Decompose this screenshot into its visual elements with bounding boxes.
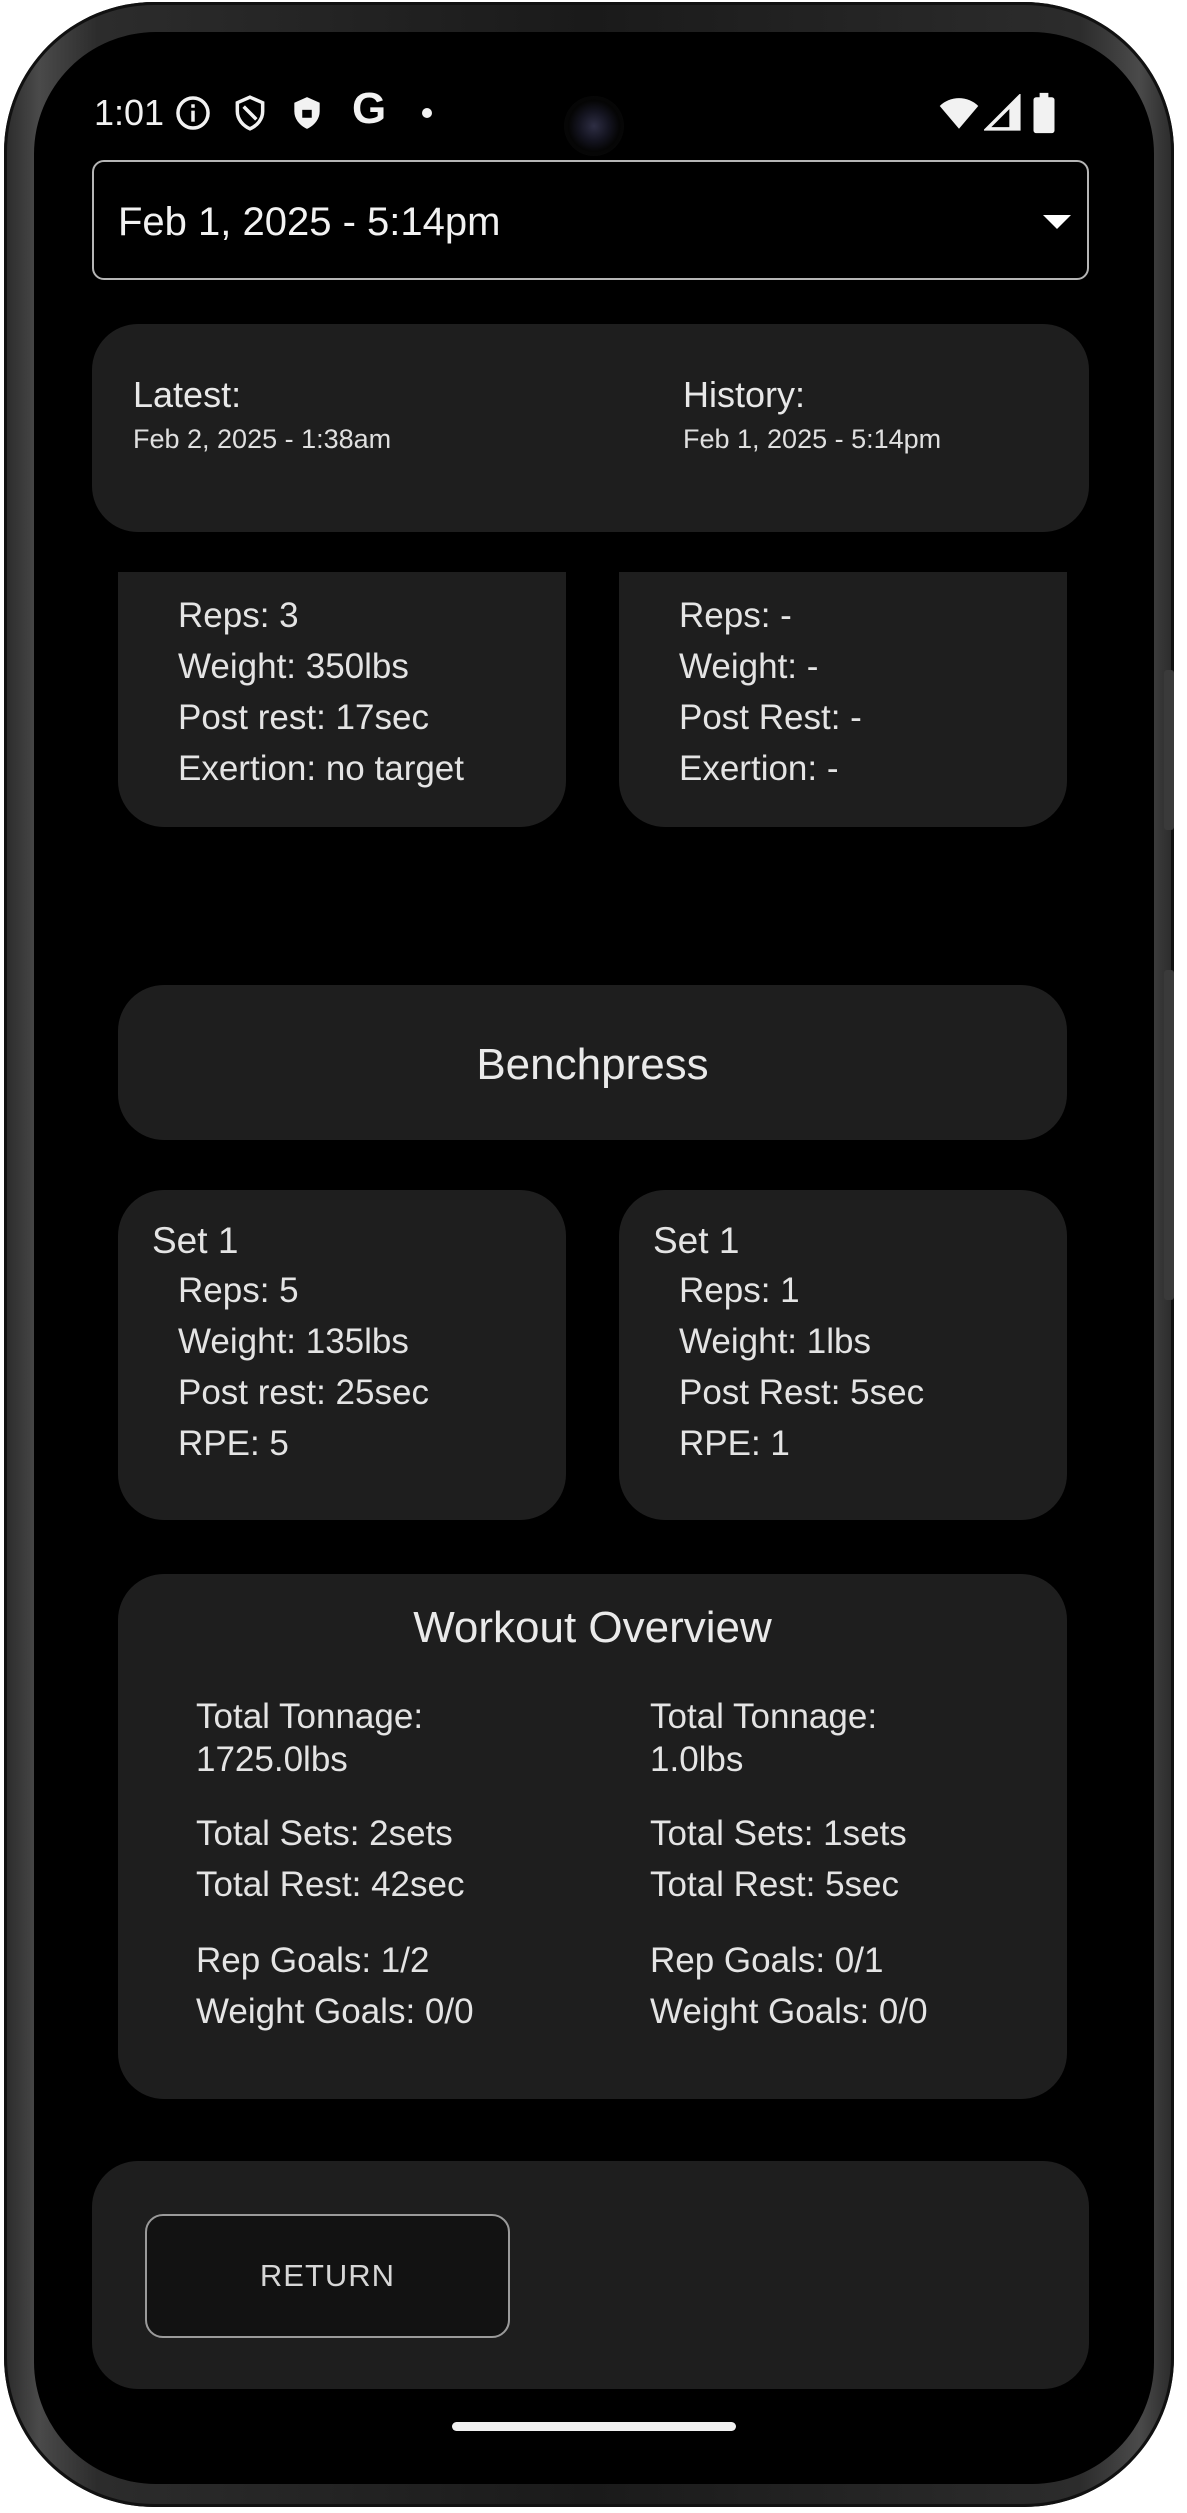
latest-tonnage-label: Total Tonnage: — [196, 1697, 424, 1736]
screen: 1:01 G Feb 1, 2025 - 5:14pm Latest: Feb … — [34, 32, 1154, 2484]
latest-date: Feb 2, 2025 - 1:38am — [133, 424, 392, 454]
latest-tonnage-value: 1725.0lbs — [196, 1740, 348, 1779]
history-set-line: Weight: - — [679, 647, 819, 686]
history-set-line: Reps: 1 — [679, 1271, 800, 1310]
session-date-value: Feb 1, 2025 - 5:14pm — [118, 200, 501, 244]
latest-set-card: Set 1 Reps: 5 Weight: 135lbs Post rest: … — [118, 1190, 566, 1520]
shield-filled-icon — [294, 97, 320, 129]
workout-overview-card: Workout Overview Total Tonnage: 1725.0lb… — [118, 1574, 1067, 2099]
history-tonnage-value: 1.0lbs — [650, 1740, 744, 1779]
history-set-line: Exertion: - — [679, 749, 839, 788]
workout-overview-title: Workout Overview — [413, 1603, 772, 1652]
history-total-sets: Total Sets: 1sets — [650, 1814, 907, 1853]
history-set-line: Post Rest: 5sec — [679, 1373, 925, 1412]
history-set-line: Post Rest: - — [679, 698, 862, 737]
comparison-header-card: Latest: Feb 2, 2025 - 1:38am History: Fe… — [92, 324, 1089, 532]
front-camera — [564, 96, 624, 156]
latest-weight-goals: Weight Goals: 0/0 — [196, 1992, 474, 2031]
info-icon — [176, 96, 210, 130]
google-icon: G — [352, 84, 387, 133]
latest-set-line: Reps: 3 — [178, 596, 299, 635]
signal-icon — [984, 94, 1021, 131]
history-set-title: Set 1 — [653, 1220, 740, 1261]
latest-set-line: Post rest: 25sec — [178, 1373, 429, 1412]
history-label: History: — [683, 374, 806, 415]
history-rep-goals: Rep Goals: 0/1 — [650, 1941, 884, 1980]
history-date: Feb 1, 2025 - 5:14pm — [683, 424, 942, 454]
volume-button — [1164, 970, 1174, 1300]
latest-set-line: Post rest: 17sec — [178, 698, 429, 737]
phone-frame: 1:01 G Feb 1, 2025 - 5:14pm Latest: Feb … — [4, 2, 1174, 2507]
latest-set-title: Set 1 — [152, 1220, 239, 1261]
exercise-name: Benchpress — [476, 1040, 709, 1089]
battery-icon — [1033, 92, 1055, 134]
history-set-card: Set 1 Reps: 1 Weight: 1lbs Post Rest: 5s… — [619, 1190, 1067, 1520]
session-date-dropdown[interactable]: Feb 1, 2025 - 5:14pm — [92, 160, 1089, 280]
latest-set-line: Weight: 135lbs — [178, 1322, 409, 1361]
latest-set-line: Weight: 350lbs — [178, 647, 409, 686]
history-set-line: RPE: 1 — [679, 1424, 790, 1463]
power-button — [1164, 670, 1174, 830]
latest-rep-goals: Rep Goals: 1/2 — [196, 1941, 430, 1980]
history-total-rest: Total Rest: 5sec — [650, 1865, 899, 1904]
history-set-card-partial: Reps: - Weight: - Post Rest: - Exertion:… — [619, 572, 1067, 827]
wifi-icon — [939, 98, 979, 129]
shield-outline-icon — [235, 95, 265, 131]
history-set-line: Weight: 1lbs — [679, 1322, 871, 1361]
latest-set-line: Exertion: no target — [178, 749, 464, 788]
latest-total-rest: Total Rest: 42sec — [196, 1865, 465, 1904]
status-time: 1:01 — [94, 92, 165, 133]
history-weight-goals: Weight Goals: 0/0 — [650, 1992, 928, 2031]
history-tonnage-label: Total Tonnage: — [650, 1697, 878, 1736]
exercise-title-card: Benchpress — [118, 985, 1067, 1140]
latest-set-line: RPE: 5 — [178, 1424, 289, 1463]
latest-total-sets: Total Sets: 2sets — [196, 1814, 453, 1853]
dot-icon — [422, 108, 432, 118]
history-set-line: Reps: - — [679, 596, 792, 635]
return-button[interactable]: RETURN — [145, 2214, 510, 2338]
latest-set-card-partial: Reps: 3 Weight: 350lbs Post rest: 17sec … — [118, 572, 566, 827]
latest-set-line: Reps: 5 — [178, 1271, 299, 1310]
latest-label: Latest: — [133, 374, 242, 415]
dropdown-arrow-icon — [1043, 215, 1071, 229]
home-indicator[interactable] — [452, 2422, 736, 2431]
